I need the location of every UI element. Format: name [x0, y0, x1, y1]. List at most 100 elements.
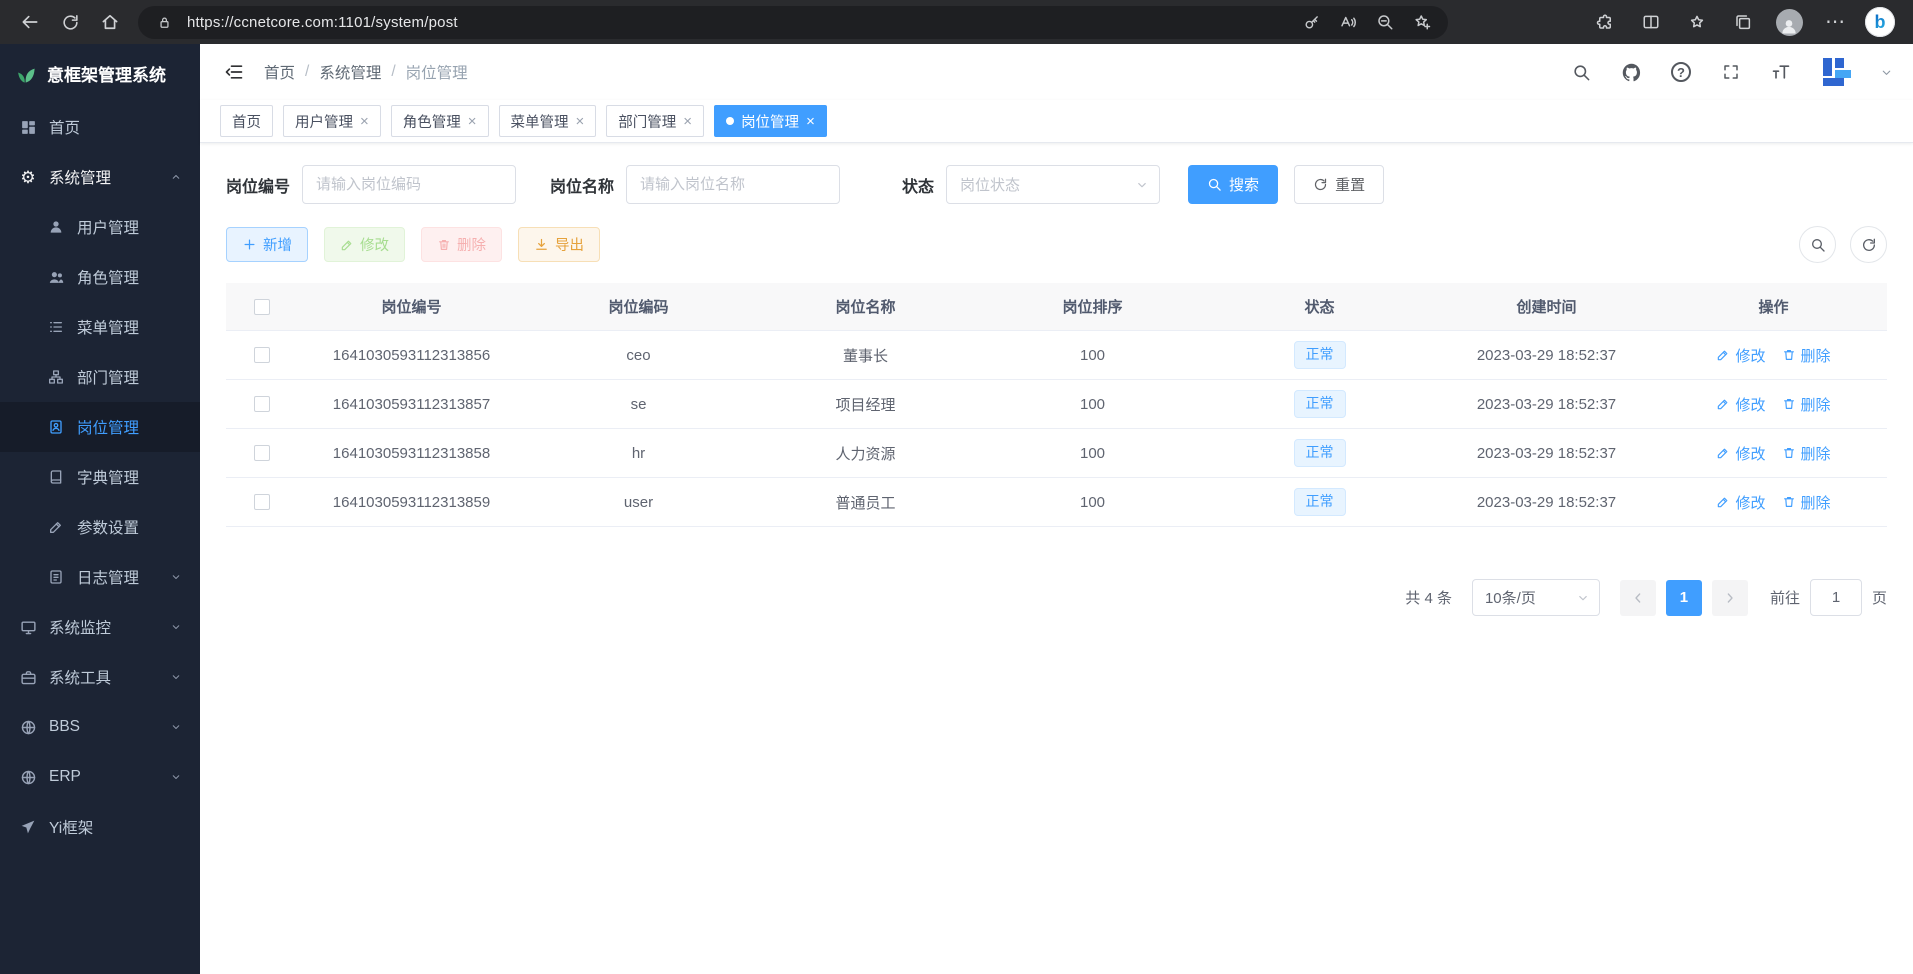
table-row: 1641030593112313858 hr 人力资源 100 正常 2023-… — [226, 429, 1887, 478]
row-checkbox[interactable] — [254, 494, 270, 510]
sidebar-item-role-mgmt[interactable]: 角色管理 — [0, 252, 200, 302]
read-aloud-icon[interactable] — [1334, 8, 1362, 36]
reset-button[interactable]: 重置 — [1294, 165, 1384, 204]
menu-label: 日志管理 — [77, 566, 139, 588]
row-checkbox[interactable] — [254, 445, 270, 461]
sidebar-item-dict-mgmt[interactable]: 字典管理 — [0, 452, 200, 502]
status-select[interactable]: 岗位状态 — [946, 165, 1160, 204]
zoom-out-icon[interactable] — [1371, 8, 1399, 36]
goto-unit-label: 页 — [1872, 587, 1887, 608]
favorites-star-icon[interactable] — [1681, 6, 1713, 38]
prev-page-button[interactable] — [1620, 580, 1656, 616]
user-logo-image — [1820, 55, 1854, 89]
browser-more-menu-icon[interactable]: ⋯ — [1819, 6, 1851, 38]
search-icon — [1572, 63, 1591, 82]
edit-row-button[interactable]: 修改 — [1716, 345, 1765, 366]
add-button[interactable]: 新增 — [226, 227, 308, 262]
edit-row-button[interactable]: 修改 — [1716, 394, 1765, 415]
tab-post-mgmt[interactable]: 岗位管理× — [714, 105, 827, 137]
sidebar-item-bbs[interactable]: BBS — [0, 702, 200, 752]
user-menu-caret-icon[interactable] — [1880, 66, 1893, 79]
status-badge: 正常 — [1294, 439, 1346, 467]
address-bar[interactable]: https://ccnetcore.com:1101/system/post — [138, 6, 1448, 39]
cell-post-sort: 100 — [979, 396, 1206, 413]
sidebar-item-dept-mgmt[interactable]: 部门管理 — [0, 352, 200, 402]
tab-user-mgmt[interactable]: 用户管理× — [283, 105, 381, 137]
search-button[interactable]: 搜索 — [1188, 165, 1278, 204]
back-button[interactable] — [12, 4, 48, 40]
edit-row-button[interactable]: 修改 — [1716, 443, 1765, 464]
sidebar-item-system-monitor[interactable]: 系统监控 — [0, 602, 200, 652]
tab-close-icon[interactable]: × — [806, 114, 815, 129]
goto-page-input[interactable] — [1810, 579, 1862, 616]
help-button[interactable]: ? — [1668, 59, 1694, 85]
sidebar-item-yi-framework[interactable]: Yi框架 — [0, 802, 200, 852]
export-button[interactable]: 导出 — [518, 227, 600, 262]
tab-dept-mgmt[interactable]: 部门管理× — [606, 105, 704, 137]
sidebar-item-system-mgmt[interactable]: ⚙ 系统管理 — [0, 152, 200, 202]
sidebar-menu: 首页 ⚙ 系统管理 用户管理 角色管理 菜单管理 — [0, 102, 200, 974]
tab-role-mgmt[interactable]: 角色管理× — [391, 105, 489, 137]
delete-row-button[interactable]: 删除 — [1782, 394, 1831, 415]
site-info-lock-icon[interactable] — [150, 8, 178, 36]
row-checkbox[interactable] — [254, 347, 270, 363]
font-size-button[interactable] — [1768, 59, 1794, 85]
tab-close-icon[interactable]: × — [360, 114, 369, 129]
home-button[interactable] — [92, 4, 128, 40]
cell-checkbox — [226, 396, 298, 412]
tab-close-icon[interactable]: × — [576, 114, 585, 129]
breadcrumb-home[interactable]: 首页 — [264, 61, 295, 83]
breadcrumb-system-mgmt[interactable]: 系统管理 — [319, 61, 381, 83]
tab-menu-mgmt[interactable]: 菜单管理× — [499, 105, 597, 137]
edit-row-button[interactable]: 修改 — [1716, 492, 1765, 513]
row-checkbox[interactable] — [254, 396, 270, 412]
search-button-label: 搜索 — [1229, 174, 1259, 195]
tab-close-icon[interactable]: × — [468, 114, 477, 129]
delete-row-button[interactable]: 删除 — [1782, 492, 1831, 513]
delete-row-label: 删除 — [1801, 443, 1831, 464]
tab-home[interactable]: 首页 — [220, 105, 273, 137]
select-all-checkbox[interactable] — [254, 299, 270, 315]
sidebar-item-log-mgmt[interactable]: 日志管理 — [0, 552, 200, 602]
leaf-logo-icon — [14, 62, 37, 85]
add-favorite-star-icon[interactable] — [1408, 8, 1436, 36]
delete-row-button[interactable]: 删除 — [1782, 443, 1831, 464]
sidebar-item-param-settings[interactable]: 参数设置 — [0, 502, 200, 552]
tag-view-bar: 首页 用户管理× 角色管理× 菜单管理× 部门管理× 岗位管理× — [200, 100, 1913, 143]
extensions-puzzle-icon[interactable] — [1589, 6, 1621, 38]
sidebar-item-system-tools[interactable]: 系统工具 — [0, 652, 200, 702]
collections-icon[interactable] — [1727, 6, 1759, 38]
delete-row-button[interactable]: 删除 — [1782, 345, 1831, 366]
user-avatar[interactable] — [1818, 53, 1856, 91]
toggle-search-button[interactable] — [1799, 226, 1836, 263]
refresh-button[interactable] — [52, 4, 88, 40]
password-key-icon[interactable] — [1297, 8, 1325, 36]
page-number-button[interactable]: 1 — [1666, 580, 1702, 616]
post-code-input[interactable] — [302, 165, 516, 204]
sidebar-item-menu-mgmt[interactable]: 菜单管理 — [0, 302, 200, 352]
cell-post-name: 人力资源 — [752, 443, 979, 464]
refresh-table-button[interactable] — [1850, 226, 1887, 263]
cell-checkbox — [226, 494, 298, 510]
cell-post-code: hr — [525, 445, 752, 462]
split-screen-icon[interactable] — [1635, 6, 1667, 38]
trash-icon — [1782, 446, 1796, 460]
header-search-button[interactable] — [1568, 59, 1594, 85]
header-actions: 操作 — [1660, 296, 1887, 317]
tab-close-icon[interactable]: × — [683, 114, 692, 129]
edit-button[interactable]: 修改 — [324, 227, 405, 262]
app-logo[interactable]: 意框架管理系统 — [0, 44, 200, 102]
sidebar-item-erp[interactable]: ERP — [0, 752, 200, 802]
bing-sidebar-icon[interactable]: b — [1865, 7, 1895, 37]
sidebar-item-home[interactable]: 首页 — [0, 102, 200, 152]
github-button[interactable] — [1618, 59, 1644, 85]
delete-button[interactable]: 删除 — [421, 227, 502, 262]
sidebar-item-post-mgmt[interactable]: 岗位管理 — [0, 402, 200, 452]
page-size-select[interactable]: 10条/页 — [1472, 579, 1600, 616]
sidebar-collapse-button[interactable] — [220, 58, 248, 86]
fullscreen-button[interactable] — [1718, 59, 1744, 85]
next-page-button[interactable] — [1712, 580, 1748, 616]
post-name-input[interactable] — [626, 165, 840, 204]
sidebar-item-user-mgmt[interactable]: 用户管理 — [0, 202, 200, 252]
profile-avatar[interactable] — [1773, 6, 1805, 38]
